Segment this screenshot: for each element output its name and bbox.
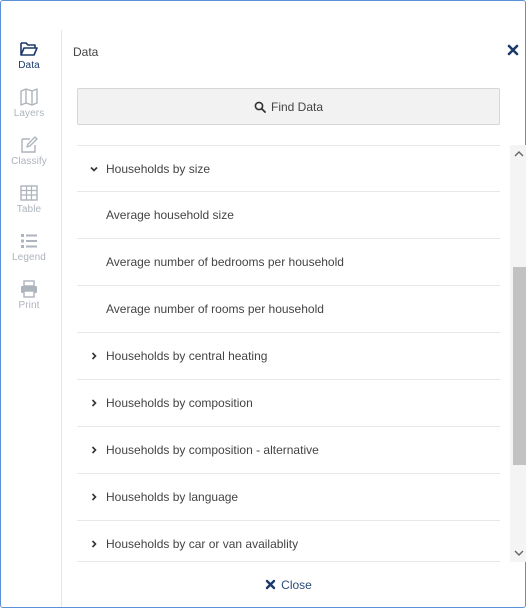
list-item-group[interactable]: Households by composition — [77, 380, 500, 427]
table-icon — [20, 185, 38, 201]
list-item-label: Average number of bedrooms per household — [106, 255, 344, 269]
close-button[interactable]: Close — [77, 561, 500, 607]
list-item-label: Households by language — [106, 490, 239, 504]
toolbar-item-legend[interactable]: Legend — [5, 231, 53, 263]
app-frame: Data Layers Classify Table Legend Print … — [0, 0, 526, 608]
list-item-group-expanded[interactable]: Households by size — [77, 145, 500, 192]
printer-icon — [21, 280, 37, 298]
toolbar-item-print[interactable]: Print — [5, 279, 53, 311]
list-item-label: Households by car or van availablity — [106, 537, 299, 551]
toolbar-label: Classify — [11, 156, 47, 167]
find-data-button[interactable]: Find Data — [77, 88, 500, 125]
map-icon — [20, 88, 38, 106]
list-item-label: Households by composition — [106, 396, 253, 410]
toolbar-label: Layers — [13, 108, 45, 119]
scroll-down-icon[interactable] — [510, 544, 526, 562]
toolbar-item-table[interactable]: Table — [5, 183, 53, 215]
list-item[interactable]: Average number of bedrooms per household — [77, 239, 500, 286]
list-item[interactable]: Average household size — [77, 192, 500, 239]
toolbar-label: Table — [16, 204, 42, 215]
toolbar-item-data[interactable]: Data — [5, 39, 53, 71]
data-list: Households by size Average household siz… — [77, 145, 500, 558]
close-label: Close — [281, 577, 312, 592]
close-x-icon — [265, 579, 276, 590]
chevron-right-icon — [91, 493, 97, 501]
folder-open-icon — [20, 42, 38, 56]
list-item-label: Average household size — [106, 208, 234, 222]
scroll-up-icon[interactable] — [510, 145, 526, 163]
chevron-down-icon — [90, 166, 98, 172]
toolbar-label: Data — [18, 60, 40, 71]
chevron-right-icon — [91, 446, 97, 454]
chevron-right-icon — [91, 540, 97, 548]
list-item-label: Average number of rooms per household — [106, 302, 324, 316]
search-icon — [254, 101, 266, 113]
list-item-group[interactable]: Households by car or van availablity — [77, 521, 500, 558]
toolbar-item-classify[interactable]: Classify — [5, 135, 53, 167]
toolbar-label: Legend — [12, 252, 46, 263]
close-icon[interactable] — [506, 43, 520, 57]
chevron-right-icon — [91, 399, 97, 407]
list-item[interactable]: Average number of rooms per household — [77, 286, 500, 333]
toolbar-label: Print — [18, 300, 40, 311]
scrollbar-thumb[interactable] — [513, 267, 526, 465]
list-scrollbar[interactable] — [510, 145, 526, 562]
find-data-label: Find Data — [270, 99, 324, 114]
edit-icon — [21, 136, 38, 153]
list-icon — [21, 234, 37, 248]
chevron-right-icon — [91, 352, 97, 360]
list-item-group[interactable]: Households by language — [77, 474, 500, 521]
toolbar-item-layers[interactable]: Layers — [5, 87, 53, 119]
panel-title: Data — [73, 45, 99, 59]
list-item-group[interactable]: Households by composition - alternative — [77, 427, 500, 474]
data-panel: Data Find Data Households by size Averag… — [61, 30, 526, 607]
list-item-label: Households by central heating — [106, 349, 268, 363]
list-item-label: Households by size — [106, 161, 211, 176]
list-item-label: Households by composition - alternative — [106, 443, 319, 457]
list-item-group[interactable]: Households by central heating — [77, 333, 500, 380]
